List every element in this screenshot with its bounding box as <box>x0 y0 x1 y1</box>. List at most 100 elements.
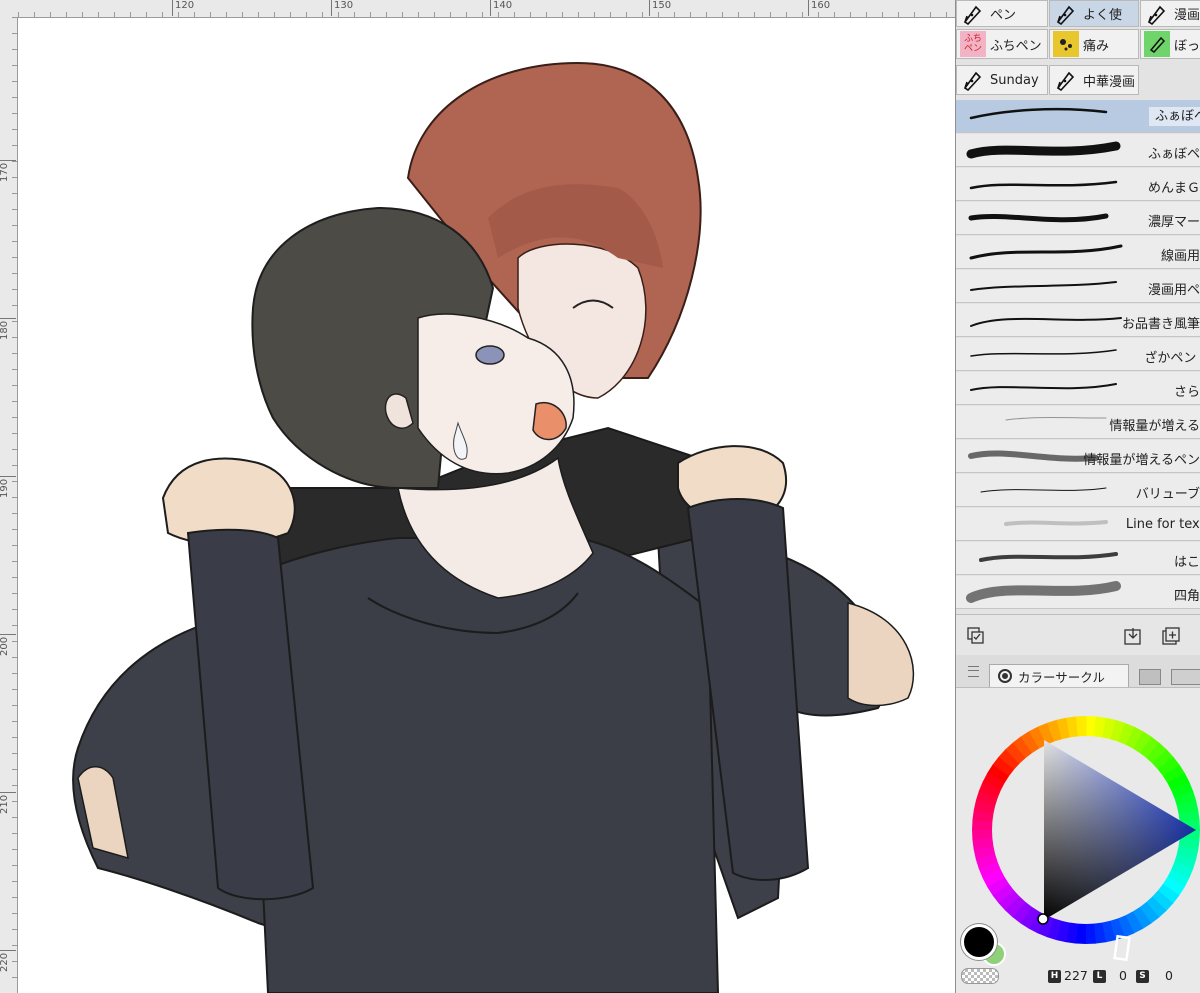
ruler-label: 170 <box>0 162 10 182</box>
brush-item[interactable]: お品書き風筆ペ <box>956 304 1200 337</box>
brush-item[interactable]: 漫画用ペン <box>956 270 1200 303</box>
brush-category-label: 痛み <box>1083 38 1110 54</box>
brush-name: ふぁぼペ <box>1148 107 1200 126</box>
ruler-vertical: 170 180 190 200 210 220 <box>0 17 18 993</box>
ruler-label: 200 <box>0 636 10 656</box>
brush-category-label: 中華漫画 <box>1083 74 1136 90</box>
ruler-label: 120 <box>175 0 195 11</box>
brush-category-label: よく使 <box>1083 8 1123 23</box>
hue-label: H <box>1048 970 1061 983</box>
brush-name: 漫画用ペン <box>1147 283 1200 298</box>
import-brush-icon[interactable] <box>1124 627 1142 645</box>
brush-name: ふぁぼペン <box>1147 147 1200 162</box>
brush-list[interactable]: ふぁぼペふぁぼペンめんまＧペ濃厚マーカ線画用ペ漫画用ペンお品書き風筆ペざかペン … <box>956 100 1200 612</box>
ruler-tick <box>0 634 16 635</box>
splatter-icon <box>1053 31 1079 57</box>
brush-category-label: ペン <box>990 8 1017 23</box>
brush-stroke-preview <box>979 552 1118 562</box>
brush-name: バリューブラ <box>1135 487 1200 502</box>
brush-category-tab[interactable]: 痛み <box>1049 29 1139 59</box>
brush-stroke-preview <box>970 281 1117 291</box>
brush-stroke-preview <box>966 141 1121 159</box>
pen-nib-icon <box>1053 1 1079 26</box>
brush-name: 四角ペ <box>1173 589 1200 604</box>
brush-item[interactable]: バリューブラ <box>956 474 1200 507</box>
pen-tool-icon <box>1144 1 1170 26</box>
brush-item[interactable]: Line for textu <box>956 508 1200 541</box>
ruler-label: 190 <box>0 478 10 498</box>
pen-nib-icon <box>1053 67 1079 93</box>
brush-category-label: ふちペン <box>990 38 1042 54</box>
add-brush-icon[interactable] <box>1162 627 1180 645</box>
ruler-tick <box>649 0 650 16</box>
ruler-label: 160 <box>811 0 831 11</box>
brush-name: さらペ <box>1173 385 1200 400</box>
ruler-tick <box>808 0 809 16</box>
brush-name: 情報量が増えるペン改 <box>1083 453 1200 468</box>
brush-stroke-preview <box>980 487 1107 493</box>
brush-stroke-preview <box>970 383 1117 391</box>
brush-name: 線画用ペ <box>1160 249 1200 264</box>
ruler-tick <box>490 0 491 16</box>
brush-category-tab[interactable]: 中華漫画 <box>1049 65 1139 95</box>
brush-item[interactable]: 濃厚マーカ <box>956 202 1200 235</box>
ruler-label: 150 <box>652 0 672 11</box>
brush-item[interactable]: 線画用ペ <box>956 236 1200 269</box>
brush-category-tab[interactable]: ぼっ <box>1140 29 1200 59</box>
brush-stroke-preview <box>966 581 1121 603</box>
ruler-label: 220 <box>0 952 10 972</box>
main-color-swatch[interactable] <box>961 924 997 960</box>
brush-category-tab[interactable]: ペン <box>956 0 1048 27</box>
brush-stroke-preview <box>969 180 1118 190</box>
brush-stroke-preview <box>968 213 1109 223</box>
brush-stroke-preview <box>969 244 1123 260</box>
brush-item[interactable]: さらペ <box>956 372 1200 405</box>
panel-menu-icon[interactable] <box>968 666 979 677</box>
brush-item[interactable]: 四角ペ <box>956 576 1200 609</box>
color-picker-handle[interactable] <box>1037 913 1049 925</box>
brush-item[interactable]: めんまＧペ <box>956 168 1200 201</box>
ruler-tick <box>0 476 16 477</box>
ruler-tick <box>331 0 332 16</box>
artwork-illustration <box>72 61 915 993</box>
ruler-label: 130 <box>334 0 354 11</box>
brush-item[interactable]: ざかペン l <box>956 338 1200 371</box>
brush-name: めんまＧペ <box>1147 181 1200 196</box>
lightness-value: 0 <box>1119 968 1127 983</box>
brush-category-tab[interactable]: 漫画 <box>1140 0 1200 27</box>
ruler-label: 140 <box>493 0 513 11</box>
brush-item[interactable]: ふぁぼペン <box>956 134 1200 167</box>
saturation-label: S <box>1136 970 1149 983</box>
brush-category-tab[interactable]: よく使 <box>1049 0 1139 27</box>
fuchi-pen-icon: ふち ペン <box>960 31 986 57</box>
brush-name: お品書き風筆ペ <box>1121 317 1200 332</box>
brush-category-tab[interactable]: ふち ペン ふちペン <box>956 29 1048 59</box>
hsl-readout: H 227 L 0 S 0 <box>956 967 1200 987</box>
film-icon[interactable] <box>1139 669 1161 685</box>
green-marker-icon <box>1144 31 1170 57</box>
color-wheel[interactable] <box>956 688 1200 968</box>
brush-item[interactable]: はこペ <box>956 542 1200 575</box>
brush-and-color-panel: ペン よく使 漫画ふち ペンふちペン 痛み ぼっ Sunday 中華漫画 ふぁぼペふぁぼペン… <box>955 0 1200 993</box>
pen-nib-icon <box>960 1 986 26</box>
brush-item[interactable]: 情報量が増えるペ <box>956 406 1200 439</box>
brush-category-tab[interactable]: Sunday <box>956 65 1048 95</box>
palette-icon[interactable] <box>1171 669 1200 685</box>
drawing-canvas[interactable] <box>18 18 955 993</box>
brush-name: Line for textu <box>1125 517 1200 532</box>
lightness-label: L <box>1093 970 1106 983</box>
brush-stroke-preview <box>970 349 1117 357</box>
brush-item[interactable]: 情報量が増えるペン改 <box>956 440 1200 473</box>
brush-item[interactable]: ふぁぼペ <box>956 100 1200 133</box>
brush-category-label: Sunday <box>990 72 1039 88</box>
brush-stroke-preview <box>969 107 1108 120</box>
brush-category-label: ぼっ <box>1174 38 1200 54</box>
brush-name: はこペ <box>1173 555 1200 570</box>
select-all-icon[interactable] <box>967 627 985 645</box>
hue-picker-handle[interactable] <box>1113 934 1131 962</box>
ruler-tick <box>0 792 16 793</box>
tab-color-circle[interactable]: カラーサークル <box>989 664 1129 687</box>
brush-stroke-preview <box>970 317 1122 327</box>
brush-name: ざかペン l <box>1144 351 1200 366</box>
saturation-value: 0 <box>1165 968 1173 983</box>
